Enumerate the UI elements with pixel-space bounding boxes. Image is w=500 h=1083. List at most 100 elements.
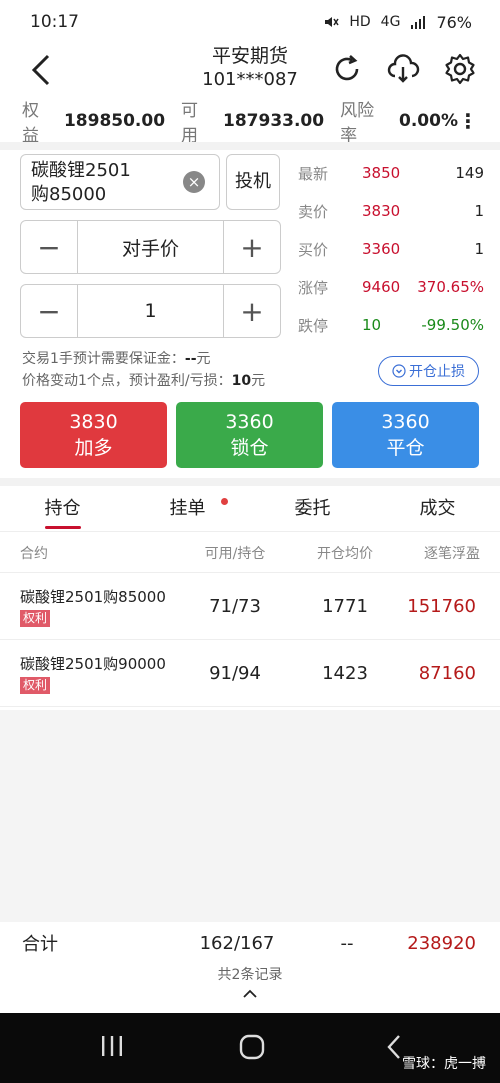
col-avg-price: 开仓均价 bbox=[317, 545, 373, 562]
chevron-up-icon[interactable] bbox=[242, 988, 258, 1000]
mute-icon bbox=[325, 17, 339, 27]
total-avg: -- bbox=[340, 932, 354, 954]
app-header: 平安期货 101***087 bbox=[0, 44, 500, 96]
qty-minus-button[interactable]: − bbox=[21, 285, 77, 337]
quote-price: 3850 bbox=[362, 164, 401, 182]
recent-apps-icon[interactable] bbox=[100, 1033, 124, 1059]
action-label: 锁仓 bbox=[230, 437, 269, 459]
margin-text: 交易1手预计需要保证金： bbox=[22, 351, 185, 367]
quote-row-bid: 买价 3360 1 bbox=[298, 230, 484, 268]
tick-text: 价格变动1个点，预计盈利/亏损： bbox=[22, 373, 232, 389]
status-icons: HD 4G 76% bbox=[323, 13, 472, 32]
qty-plus-button[interactable]: + bbox=[224, 285, 280, 337]
cloud-download-icon[interactable] bbox=[386, 52, 420, 86]
total-label: 合计 bbox=[22, 934, 58, 955]
tick-unit: 元 bbox=[251, 373, 266, 389]
open-stop-loss-button[interactable]: 开仓止损 bbox=[378, 356, 479, 386]
quote-label: 涨停 bbox=[298, 278, 329, 297]
table-header: 合约 可用/持仓 开仓均价 逐笔浮盈 bbox=[0, 533, 500, 573]
lock-position-button[interactable]: 3360 锁仓 bbox=[176, 402, 323, 468]
quote-price: 10 bbox=[362, 316, 382, 334]
quote-row-limit-up: 涨停 9460 370.65% bbox=[298, 268, 484, 306]
action-label: 加多 bbox=[74, 437, 113, 459]
right-tag: 权利 bbox=[20, 609, 51, 627]
col-available: 可用/持仓 bbox=[204, 545, 266, 562]
empty-area bbox=[0, 710, 500, 922]
home-icon[interactable] bbox=[238, 1033, 266, 1061]
price-stepper: − 对手价 + bbox=[20, 220, 281, 274]
contract-input[interactable]: 碳酸锂2501 购85000 × bbox=[20, 154, 220, 210]
risk-label: 风险率 bbox=[340, 101, 375, 146]
total-row: 合计 162/167 -- 238920 bbox=[0, 924, 500, 962]
record-count: 共2条记录 bbox=[217, 967, 283, 983]
margin-info: 交易1手预计需要保证金：--元 价格变动1个点，预计盈利/亏损：10元 bbox=[22, 348, 265, 392]
account-summary: 权益 189850.00 可用 187933.00 风险率 0.00% ⋮ bbox=[0, 101, 500, 146]
margin-value: -- bbox=[184, 351, 197, 367]
action-label: 平仓 bbox=[386, 437, 425, 459]
quote-price: 3830 bbox=[362, 202, 401, 220]
quote-row-limit-down: 跌停 10 -99.50% bbox=[298, 306, 484, 344]
network-label: 4G bbox=[380, 14, 401, 30]
right-tag: 权利 bbox=[20, 676, 51, 694]
tab-trades[interactable]: 成交 bbox=[375, 488, 500, 531]
speculation-button[interactable]: 投机 bbox=[226, 154, 280, 210]
status-bar: 10:17 HD 4G 76% bbox=[0, 0, 500, 44]
quantity-stepper: − 1 + bbox=[20, 284, 281, 338]
row-avg-price: 1423 bbox=[322, 663, 368, 684]
action-price: 3830 bbox=[69, 411, 118, 433]
status-time: 10:17 bbox=[30, 12, 79, 32]
table-row[interactable]: 碳酸锂2501购90000 权利 91/94 1423 87160 bbox=[0, 641, 500, 707]
row-float-pl: 87160 bbox=[418, 663, 476, 684]
available-label: 可用 bbox=[181, 101, 199, 146]
quote-volume: 1 bbox=[474, 202, 484, 220]
col-contract: 合约 bbox=[20, 545, 48, 562]
stop-loss-label: 开仓止损 bbox=[409, 364, 465, 380]
notification-dot bbox=[221, 498, 228, 505]
available-value: 187933.00 bbox=[223, 111, 325, 131]
tab-pending-orders[interactable]: 挂单 bbox=[125, 488, 250, 531]
risk-value: 0.00% bbox=[399, 111, 458, 131]
battery-label: 76% bbox=[436, 12, 472, 32]
more-options-icon[interactable]: ⋮ bbox=[458, 109, 478, 133]
price-type-field[interactable]: 对手价 bbox=[77, 221, 224, 273]
gear-icon[interactable] bbox=[443, 52, 477, 86]
quote-label: 买价 bbox=[298, 240, 329, 259]
row-contract-name: 碳酸锂2501购85000 bbox=[20, 587, 166, 606]
quote-label: 卖价 bbox=[298, 202, 329, 221]
equity-value: 189850.00 bbox=[63, 111, 166, 131]
contract-name-line2: 购85000 bbox=[31, 184, 107, 205]
quote-price: 9460 bbox=[362, 278, 401, 296]
row-contract-name: 碳酸锂2501购90000 bbox=[20, 654, 166, 673]
row-avg-price: 1771 bbox=[322, 596, 368, 617]
back-icon[interactable] bbox=[384, 1033, 404, 1061]
tab-orders[interactable]: 委托 bbox=[250, 488, 375, 531]
refresh-icon[interactable] bbox=[330, 52, 364, 86]
quote-label: 最新 bbox=[298, 164, 329, 183]
row-available: 91/94 bbox=[209, 663, 261, 684]
divider bbox=[0, 142, 500, 150]
quote-panel: 最新 3850 149 卖价 3830 1 买价 3360 1 涨停 9460 … bbox=[298, 154, 484, 344]
clear-icon[interactable]: × bbox=[183, 171, 205, 193]
price-plus-button[interactable]: + bbox=[224, 221, 280, 273]
tab-positions[interactable]: 持仓 bbox=[0, 488, 125, 531]
total-pl: 238920 bbox=[407, 932, 476, 954]
quote-row-last: 最新 3850 149 bbox=[298, 154, 484, 192]
tick-value: 10 bbox=[231, 373, 252, 389]
action-price: 3360 bbox=[225, 411, 274, 433]
quantity-field[interactable]: 1 bbox=[77, 285, 224, 337]
chevron-down-icon bbox=[392, 364, 406, 378]
total-available: 162/167 bbox=[199, 932, 275, 954]
page-title: 平安期货 bbox=[211, 45, 288, 67]
col-float-pl: 逐笔浮盈 bbox=[424, 545, 480, 562]
account-number: 101***087 bbox=[202, 69, 298, 90]
watermark: 雪球：虎一搏 bbox=[402, 1056, 486, 1072]
quote-volume: 149 bbox=[455, 164, 484, 182]
table-row[interactable]: 碳酸锂2501购85000 权利 71/73 1771 151760 bbox=[0, 574, 500, 640]
row-float-pl: 151760 bbox=[407, 596, 476, 617]
close-position-button[interactable]: 3360 平仓 bbox=[332, 402, 479, 468]
tab-label: 挂单 bbox=[169, 498, 206, 519]
buy-long-button[interactable]: 3830 加多 bbox=[20, 402, 167, 468]
price-minus-button[interactable]: − bbox=[21, 221, 77, 273]
quote-price: 3360 bbox=[362, 240, 401, 258]
margin-unit: 元 bbox=[196, 351, 211, 367]
